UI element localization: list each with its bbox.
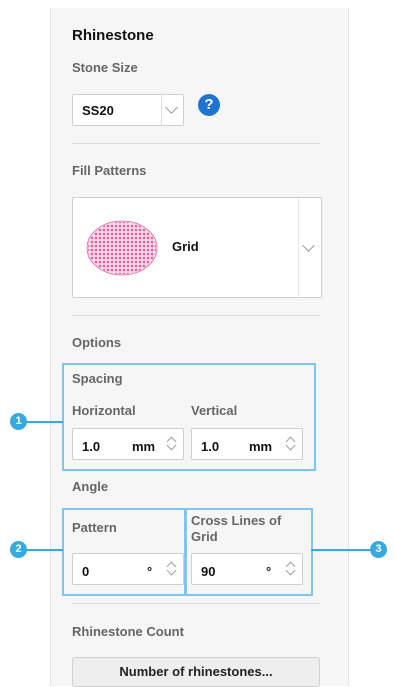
- horizontal-stepper[interactable]: [161, 429, 183, 459]
- stone-size-value: SS20: [82, 103, 114, 118]
- fill-pattern-select[interactable]: Grid: [72, 197, 322, 298]
- callout-line: [27, 421, 63, 423]
- vertical-label: Vertical: [191, 403, 238, 418]
- angle-label: Angle: [72, 479, 109, 494]
- pattern-angle-unit: °: [147, 564, 153, 579]
- select-divider: [161, 95, 162, 125]
- panel-title: Rhinestone: [72, 27, 154, 44]
- grid-pattern-icon: [86, 220, 158, 276]
- spacing-label: Spacing: [72, 371, 123, 386]
- divider: [72, 315, 320, 316]
- select-divider: [298, 198, 299, 297]
- cross-lines-stepper[interactable]: [280, 554, 302, 584]
- fill-patterns-label: Fill Patterns: [72, 163, 147, 178]
- pattern-angle-input[interactable]: 0 °: [72, 553, 184, 585]
- horizontal-label: Horizontal: [72, 403, 136, 418]
- vertical-value: 1.0: [201, 439, 220, 454]
- fill-pattern-value: Grid: [172, 239, 199, 254]
- callout-2: 2: [10, 541, 27, 558]
- pattern-angle-value: 0: [82, 564, 90, 579]
- horizontal-value: 1.0: [82, 439, 101, 454]
- stone-size-select[interactable]: SS20: [72, 94, 184, 126]
- vertical-unit: mm: [249, 439, 273, 454]
- cross-lines-angle-input[interactable]: 90 °: [191, 553, 303, 585]
- cross-lines-label: Cross Lines of Grid: [191, 513, 282, 544]
- cross-lines-value: 90: [201, 564, 216, 579]
- chevron-down-icon: [165, 101, 178, 114]
- horizontal-unit: mm: [132, 439, 156, 454]
- pattern-angle-label: Pattern: [72, 520, 117, 535]
- rhinestone-count-label: Rhinestone Count: [72, 624, 184, 639]
- horizontal-spacing-input[interactable]: 1.0 mm: [72, 428, 184, 460]
- cross-lines-unit: °: [266, 564, 272, 579]
- callout-1: 1: [10, 413, 27, 430]
- vertical-stepper[interactable]: [280, 429, 302, 459]
- callout-line: [311, 549, 370, 551]
- callout-line: [27, 549, 63, 551]
- divider: [72, 143, 320, 144]
- number-of-rhinestones-button[interactable]: Number of rhinestones...: [72, 657, 320, 687]
- vertical-spacing-input[interactable]: 1.0 mm: [191, 428, 303, 460]
- callout-3: 3: [370, 541, 387, 558]
- pattern-angle-stepper[interactable]: [161, 554, 183, 584]
- options-label: Options: [72, 335, 122, 350]
- help-icon[interactable]: ?: [198, 94, 220, 116]
- divider: [72, 603, 320, 604]
- stone-size-label: Stone Size: [72, 60, 138, 75]
- chevron-down-icon: [302, 239, 315, 252]
